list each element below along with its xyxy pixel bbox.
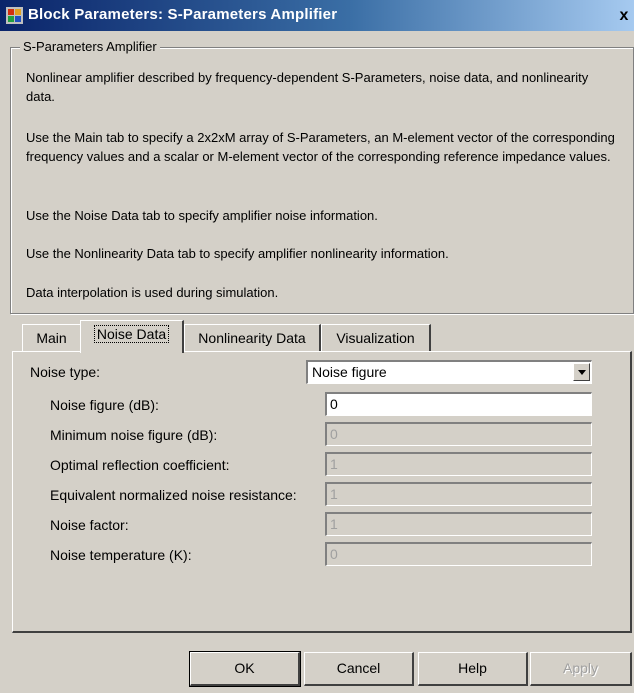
noise-factor-label: Noise factor:: [50, 517, 129, 533]
group-legend: S-Parameters Amplifier: [20, 39, 160, 54]
noise-temperature-field: 0: [325, 542, 592, 566]
noise-temperature-label: Noise temperature (K):: [50, 547, 192, 563]
description-paragraph-3: Use the Noise Data tab to specify amplif…: [26, 208, 378, 223]
tab-noise-data[interactable]: Noise Data: [80, 320, 184, 353]
noise-resistance-label: Equivalent normalized noise resistance:: [50, 487, 297, 503]
description-paragraph-2: Use the Main tab to specify a 2x2xM arra…: [26, 130, 615, 164]
noise-factor-field: 1: [325, 512, 592, 536]
ok-button[interactable]: OK: [189, 651, 301, 687]
noise-type-value: Noise figure: [312, 364, 387, 380]
optimal-reflection-field: 1: [325, 452, 592, 476]
optimal-reflection-label: Optimal reflection coefficient:: [50, 457, 230, 473]
help-button[interactable]: Help: [418, 652, 528, 686]
tab-main[interactable]: Main: [22, 324, 82, 352]
tab-visualization-label: Visualization: [336, 330, 415, 346]
title-bar[interactable]: Block Parameters: S-Parameters Amplifier…: [0, 0, 634, 31]
noise-type-label: Noise type:: [30, 364, 101, 380]
noise-figure-label: Noise figure (dB):: [50, 397, 159, 413]
tab-noise-data-label: Noise Data: [93, 325, 170, 343]
simulink-block-icon: [6, 7, 23, 24]
tab-main-label: Main: [36, 330, 67, 346]
description-paragraph-1: Nonlinear amplifier described by frequen…: [26, 70, 589, 104]
min-noise-figure-field: 0: [325, 422, 592, 446]
noise-resistance-field: 1: [325, 482, 592, 506]
min-noise-figure-label: Minimum noise figure (dB):: [50, 427, 218, 443]
tab-nonlinearity-data-label: Nonlinearity Data: [198, 330, 306, 346]
description-paragraph-4: Use the Nonlinearity Data tab to specify…: [26, 246, 449, 261]
tab-visualization[interactable]: Visualization: [321, 324, 431, 352]
apply-button: Apply: [530, 652, 632, 686]
dialog-window: Block Parameters: S-Parameters Amplifier…: [0, 0, 634, 693]
cancel-button[interactable]: Cancel: [304, 652, 414, 686]
chevron-down-icon[interactable]: [573, 363, 590, 381]
noise-figure-field[interactable]: 0: [325, 392, 592, 416]
window-title: Block Parameters: S-Parameters Amplifier: [28, 6, 338, 23]
close-icon[interactable]: x: [617, 8, 631, 24]
description-paragraph-5: Data interpolation is used during simula…: [26, 285, 279, 300]
tab-nonlinearity-data[interactable]: Nonlinearity Data: [184, 324, 321, 352]
noise-type-select[interactable]: Noise figure: [306, 360, 592, 384]
